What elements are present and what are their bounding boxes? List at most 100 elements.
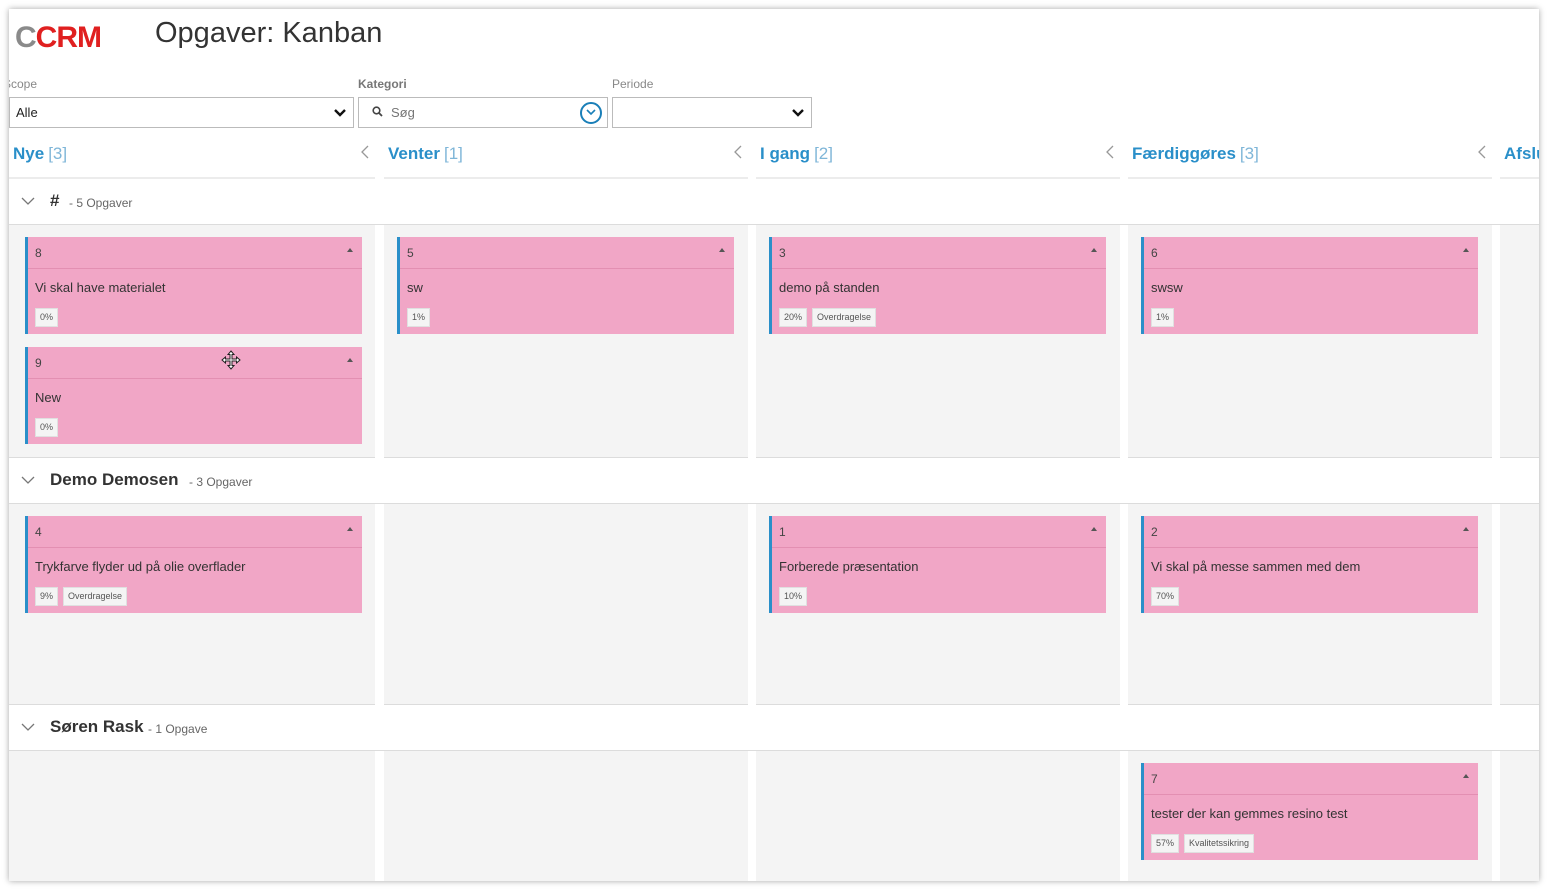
task-title: Forberede præsentation: [779, 559, 919, 574]
divider: [28, 268, 362, 269]
lane-cell: [1500, 504, 1539, 705]
ccrm-logo[interactable]: C CRM: [15, 21, 102, 54]
task-title: tester der kan gemmes resino test: [1151, 806, 1348, 821]
task-id: 8: [35, 246, 42, 260]
category-badge: Kvalitetssikring: [1184, 834, 1255, 853]
task-card[interactable]: 2 Vi skal på messe sammen med dem 70%: [1141, 516, 1478, 613]
caret-up-icon[interactable]: [1463, 527, 1469, 531]
caret-up-icon[interactable]: [1091, 248, 1097, 252]
move-cursor-icon: [221, 350, 241, 375]
task-title: Vi skal på messe sammen med dem: [1151, 559, 1361, 574]
chevron-left-icon[interactable]: [1478, 145, 1486, 164]
caret-up-icon[interactable]: [1091, 527, 1097, 531]
task-card[interactable]: 7 tester der kan gemmes resino test 57% …: [1141, 763, 1478, 860]
lane-cell: [384, 751, 748, 881]
lane-cell: [9, 751, 375, 881]
column-title: Nye [3]: [13, 144, 68, 163]
chevron-left-icon[interactable]: [734, 145, 742, 164]
column-venter: Venter [1]: [384, 141, 748, 181]
kanban-window: CCRM Opgaver: Kanban Scope Alle Kategori…: [9, 9, 1539, 881]
task-id: 2: [1151, 525, 1158, 539]
task-id: 6: [1151, 246, 1158, 260]
caret-up-icon[interactable]: [347, 358, 353, 362]
task-card[interactable]: 8 Vi skal have materialet 0%: [25, 237, 362, 334]
caret-up-icon[interactable]: [719, 248, 725, 252]
column-i-gang: I gang [2]: [756, 141, 1120, 181]
periode-select[interactable]: [612, 97, 812, 128]
divider: [400, 268, 734, 269]
expand-circle-icon[interactable]: [580, 101, 602, 124]
task-card[interactable]: 4 Trykfarve flyder ud på olie overflader…: [25, 516, 362, 613]
column-title: Færdiggøres [3]: [1132, 144, 1259, 163]
divider: [1144, 547, 1478, 548]
scope-select[interactable]: Alle: [9, 97, 354, 128]
task-id: 1: [779, 525, 786, 539]
periode-label: Periode: [612, 77, 654, 91]
lane-cell: [756, 751, 1120, 881]
progress-badge: 0%: [35, 418, 59, 437]
chevron-left-icon[interactable]: [361, 145, 369, 164]
task-card[interactable]: 5 sw 1%: [397, 237, 734, 334]
divider: [772, 547, 1106, 548]
task-card[interactable]: 3 demo på standen 20% Overdragelse: [769, 237, 1106, 334]
chevron-left-icon[interactable]: [1106, 145, 1114, 164]
lane-cell: [384, 504, 748, 705]
chevron-down-icon: [785, 108, 811, 117]
scope-value: Alle: [16, 105, 38, 120]
task-title: Trykfarve flyder ud på olie overflader: [35, 559, 246, 574]
progress-badge: 0%: [35, 308, 59, 327]
task-card[interactable]: 9 New 0%: [25, 347, 362, 444]
divider: [1144, 268, 1478, 269]
task-title: demo på standen: [779, 280, 880, 295]
kategori-search[interactable]: [358, 97, 608, 128]
column-title: Venter [1]: [388, 144, 463, 163]
swimlane-count: - 3 Opgaver: [189, 475, 253, 489]
chevron-down-icon[interactable]: [21, 193, 35, 211]
caret-up-icon[interactable]: [347, 527, 353, 531]
caret-up-icon[interactable]: [1463, 774, 1469, 778]
progress-badge: 9%: [35, 587, 59, 606]
swimlane-name: #: [50, 191, 60, 210]
task-title: sw: [407, 280, 423, 295]
task-id: 4: [35, 525, 42, 539]
task-title: swsw: [1151, 280, 1183, 295]
category-badge: Overdragelse: [812, 308, 877, 327]
swimlane-header[interactable]: Søren Rask - 1 Opgave: [9, 705, 1539, 751]
column-afsluttet: Afslu: [1500, 141, 1539, 181]
swimlane-header[interactable]: Demo Demosen - 3 Opgaver: [9, 458, 1539, 504]
chevron-down-icon[interactable]: [21, 719, 35, 737]
logo-c: C: [15, 21, 37, 54]
divider: [772, 268, 1106, 269]
progress-badge: 10%: [779, 587, 808, 606]
swimlane-count: - 1 Opgave: [148, 722, 208, 736]
swimlane-name: Demo Demosen: [50, 470, 179, 489]
progress-badge: 1%: [407, 308, 431, 327]
task-id: 9: [35, 356, 42, 370]
task-id: 5: [407, 246, 414, 260]
chevron-down-icon[interactable]: [21, 472, 35, 490]
category-badge: Overdragelse: [63, 587, 128, 606]
lane-cell: [1500, 225, 1539, 458]
task-id: 7: [1151, 772, 1158, 786]
task-title: New: [35, 390, 62, 405]
swimlane-name: Søren Rask: [50, 717, 144, 736]
caret-up-icon[interactable]: [1463, 248, 1469, 252]
caret-up-icon[interactable]: [347, 248, 353, 252]
column-title: Afslu: [1504, 144, 1539, 163]
swimlane-header[interactable]: # - 5 Opgaver: [9, 179, 1539, 225]
kategori-search-input[interactable]: [387, 104, 580, 121]
progress-badge: 70%: [1151, 587, 1180, 606]
scope-label: Scope: [9, 77, 38, 91]
divider: [1144, 794, 1478, 795]
lane-cell: [1500, 751, 1539, 881]
task-card[interactable]: 6 swsw 1%: [1141, 237, 1478, 334]
swimlane-count: - 5 Opgaver: [69, 196, 133, 210]
chevron-down-icon: [327, 108, 353, 117]
task-title: Vi skal have materialet: [35, 280, 166, 295]
task-id: 3: [779, 246, 786, 260]
logo-crm: CRM: [35, 21, 102, 54]
divider: [28, 547, 362, 548]
kategori-label: Kategori: [358, 77, 407, 91]
task-card[interactable]: 1 Forberede præsentation 10%: [769, 516, 1106, 613]
column-title: I gang [2]: [760, 144, 833, 163]
